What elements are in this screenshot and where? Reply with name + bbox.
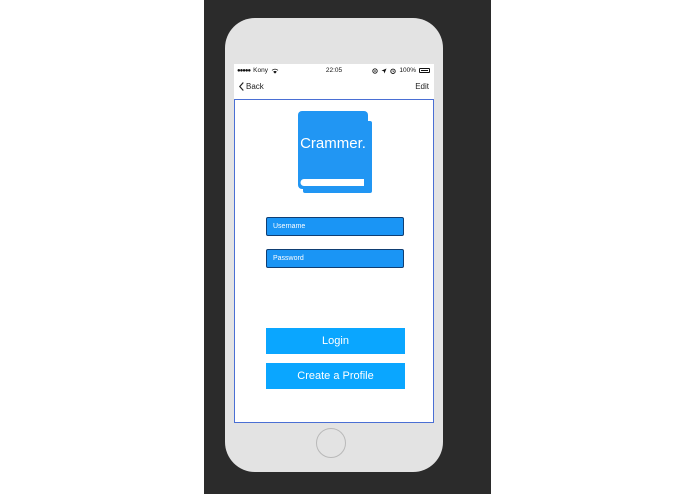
login-button[interactable]: Login [266,328,405,354]
crammer-book-logo: Crammer. [298,111,372,193]
status-bar: ●●●●● Kony 22:05 100% [234,64,434,78]
home-button[interactable] [316,428,346,458]
logo-text: Crammer. [300,135,366,152]
back-label: Back [246,82,264,91]
login-form-container: Crammer. Username Password Login Create … [234,99,434,423]
create-profile-button[interactable]: Create a Profile [266,363,405,389]
navigation-bar: Back Edit [234,79,434,97]
back-button[interactable]: Back [239,82,264,91]
chevron-left-icon [239,82,244,91]
username-field[interactable]: Username [266,217,404,236]
phone-screen: ●●●●● Kony 22:05 100% Back Edit Crammer.… [234,64,434,423]
alarm-icon [390,68,397,74]
location-arrow-icon [381,68,387,73]
password-field[interactable]: Password [266,249,404,268]
edit-button[interactable]: Edit [415,82,429,91]
battery-percent: 100% [399,67,416,74]
location-lock-icon [372,67,379,74]
battery-icon [419,68,430,73]
